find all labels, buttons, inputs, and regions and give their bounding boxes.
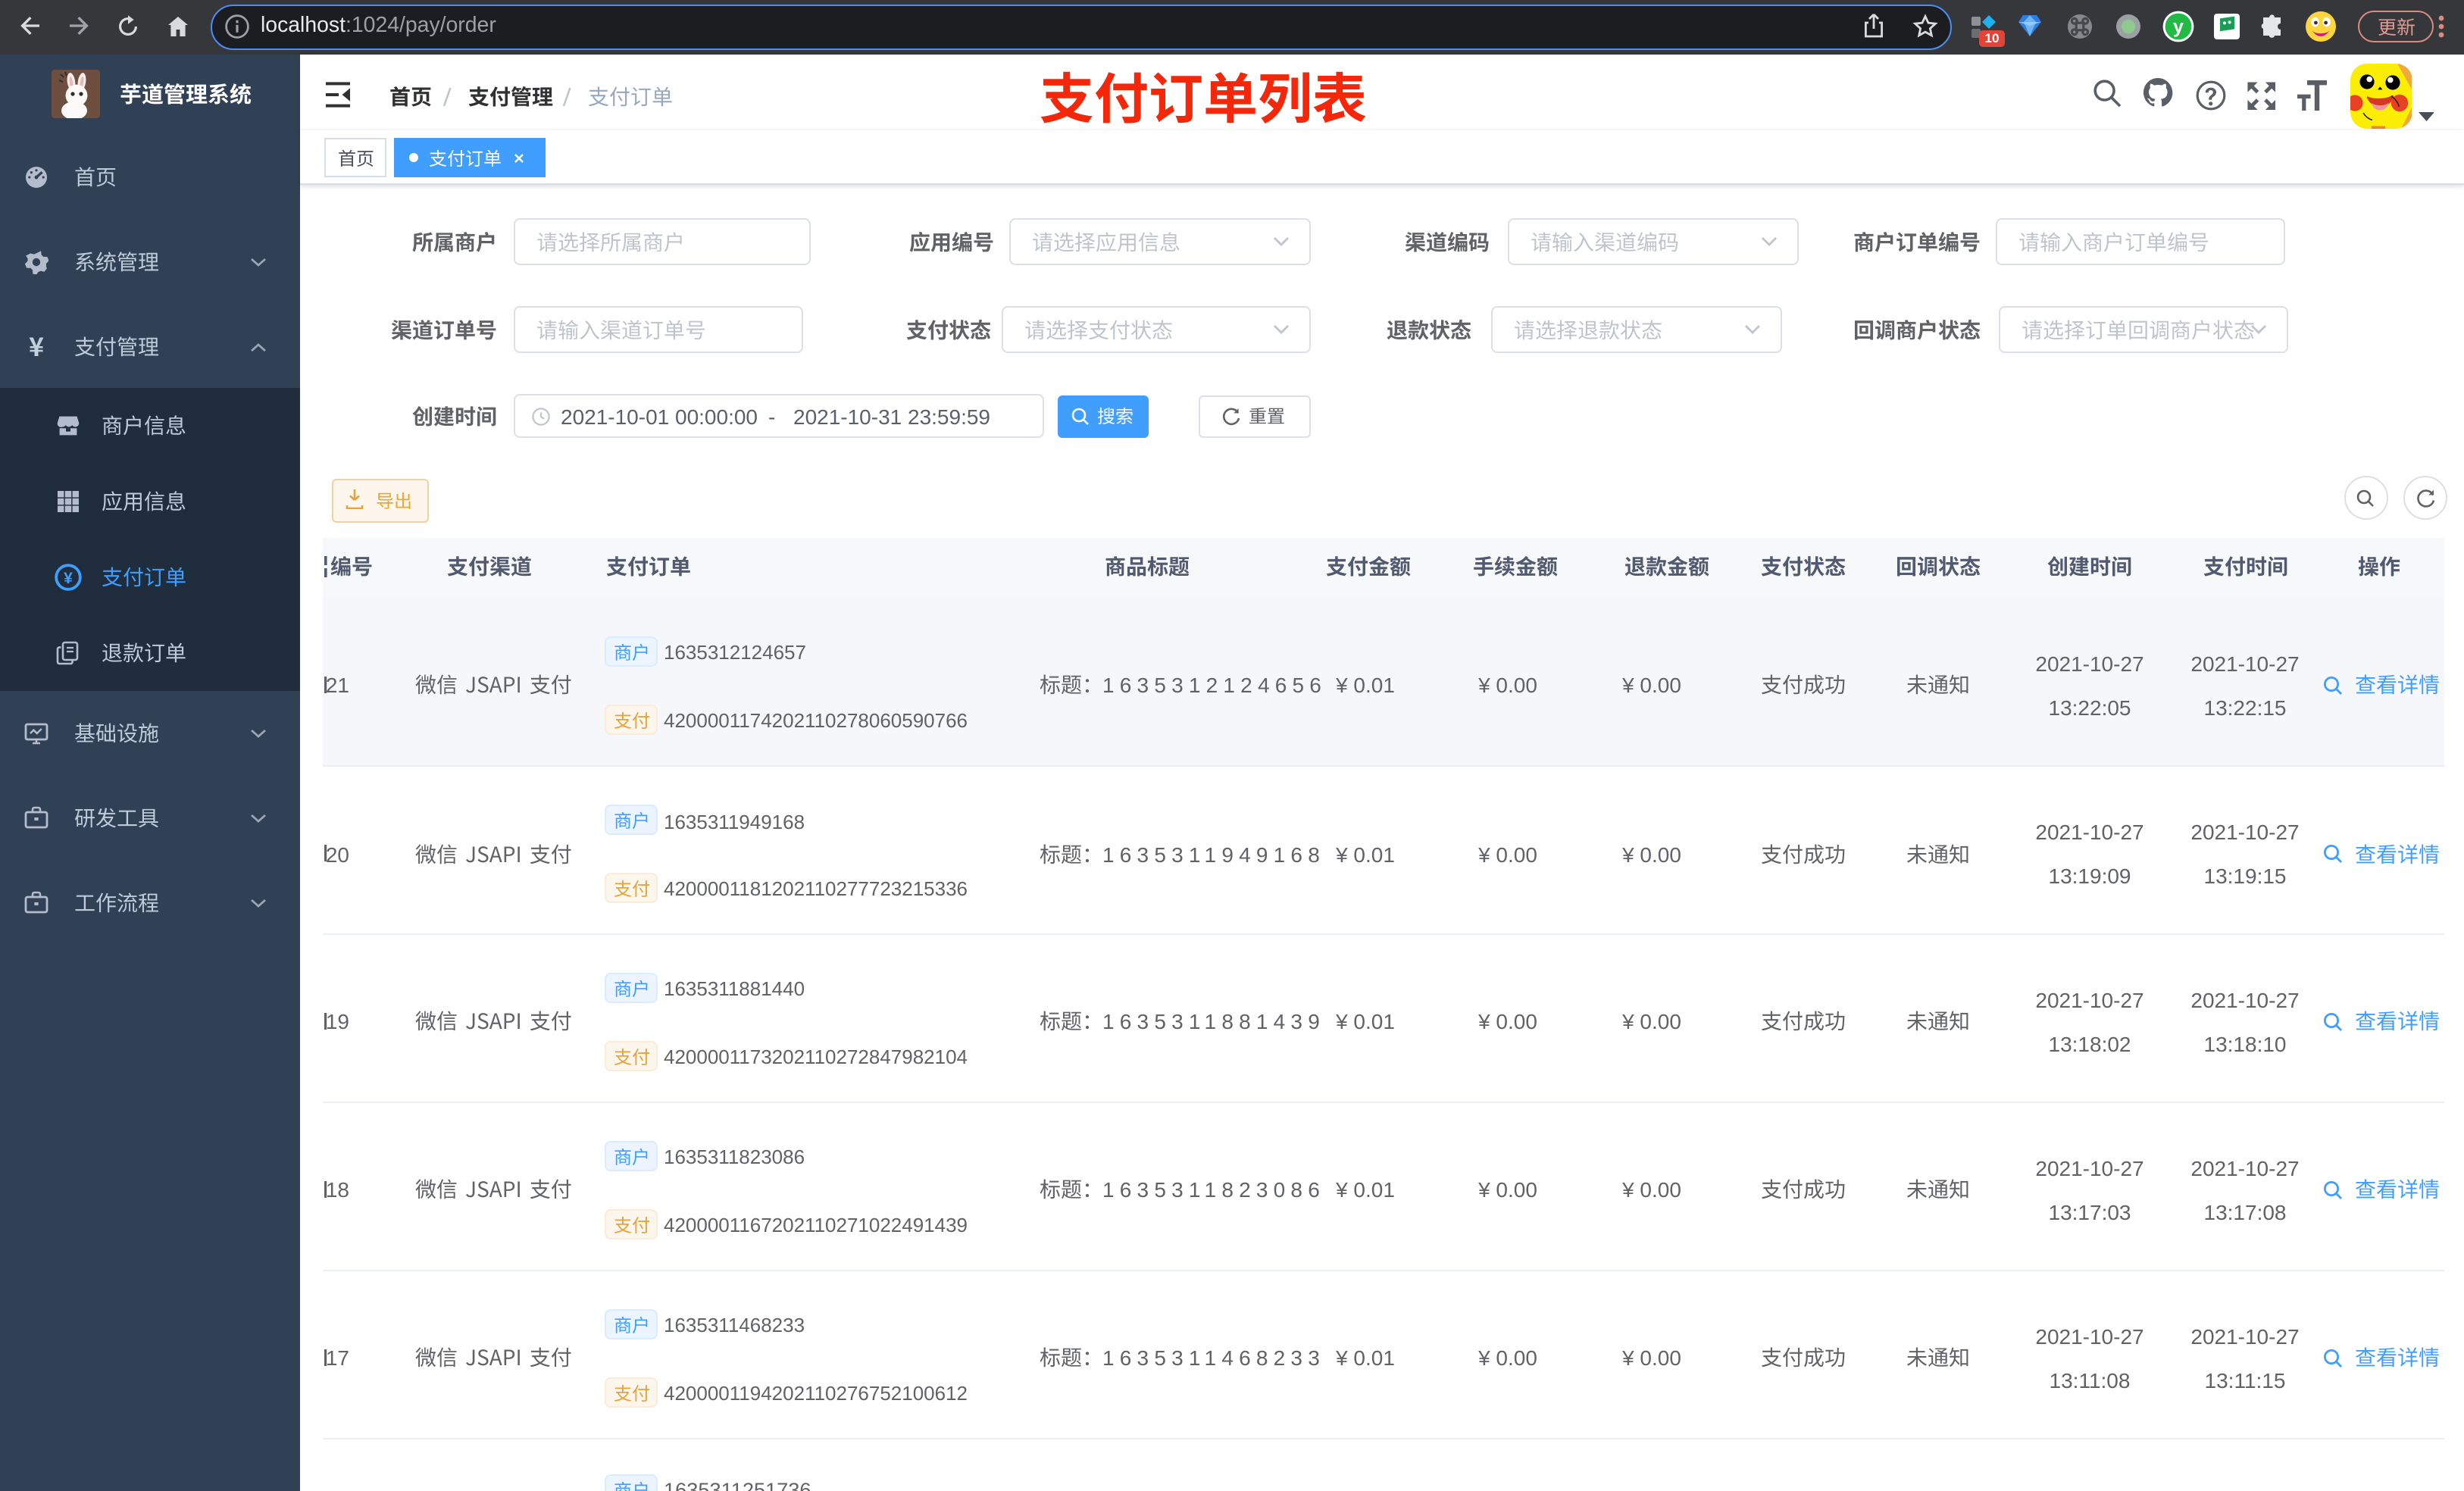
svg-text:¥: ¥ — [64, 569, 73, 586]
svg-text:y: y — [2173, 17, 2184, 38]
